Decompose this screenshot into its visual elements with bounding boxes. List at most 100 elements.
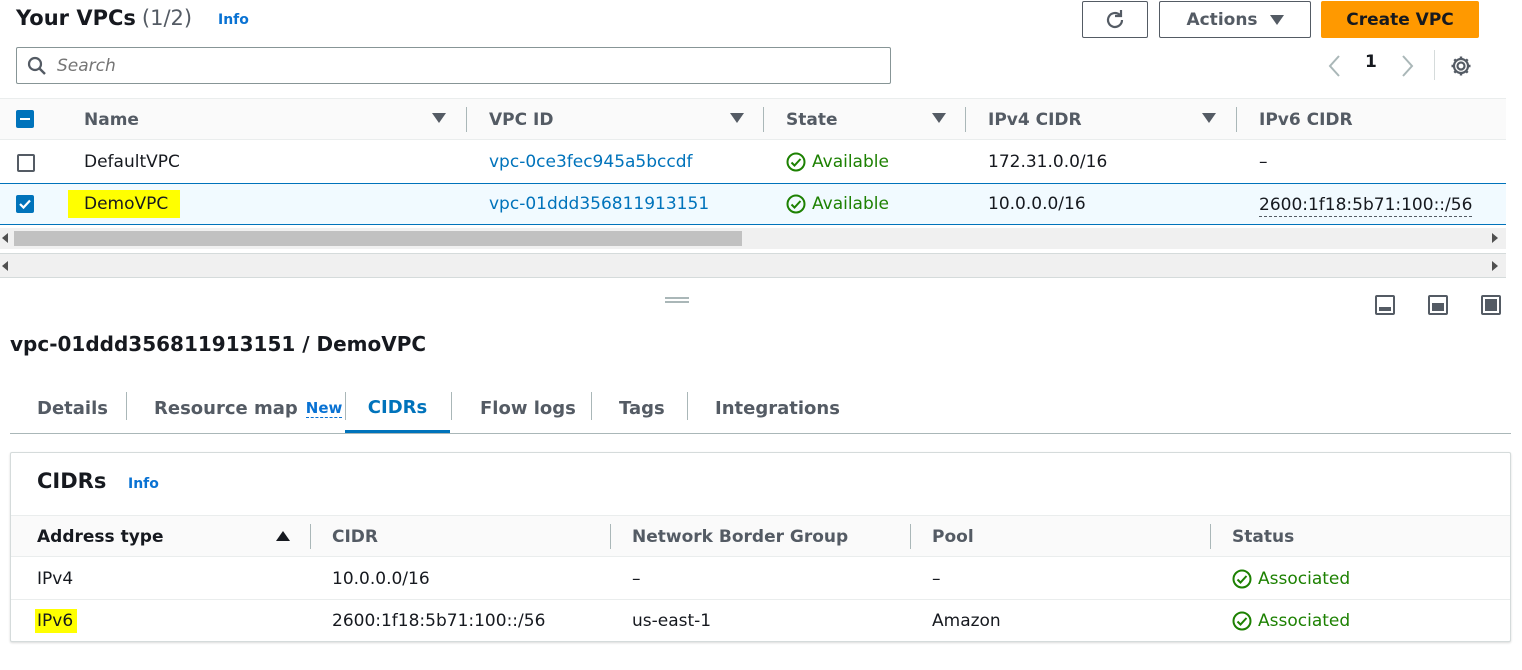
split-panel-drag-handle[interactable] (665, 297, 689, 303)
cidr-status-text: Associated (1258, 568, 1351, 589)
search-icon (27, 56, 46, 75)
column-divider (466, 107, 467, 132)
vpc-name: DefaultVPC (84, 152, 180, 172)
vpc-state-text: Available (812, 152, 889, 172)
refresh-button[interactable] (1082, 1, 1148, 38)
vpc-table-header: Name VPC ID State IPv4 CIDR IPv6 CIDR (0, 99, 1506, 140)
row-checkbox[interactable] (16, 195, 34, 213)
cidr-status: Associated (1232, 558, 1350, 599)
chevron-right-icon (1402, 55, 1414, 77)
cidrs-card: CIDRs Info Address type CIDR Network Bor… (10, 452, 1511, 642)
column-header-state[interactable]: State (786, 99, 838, 140)
search-input[interactable] (57, 55, 857, 76)
address-type-highlighted: IPv6 (35, 609, 78, 633)
caret-down-icon (1269, 14, 1284, 25)
column-header-pool[interactable]: Pool (932, 516, 974, 557)
check-circle-icon (1232, 611, 1252, 631)
panel-bottom-medium-icon[interactable] (1428, 295, 1448, 315)
vpc-name-highlighted: DemoVPC (68, 190, 181, 218)
column-divider (763, 107, 764, 132)
refresh-icon (1106, 9, 1124, 28)
sort-caret-icon[interactable] (432, 113, 446, 123)
column-header-address-type[interactable]: Address type (37, 516, 163, 557)
tab-flow-logs[interactable]: Flow logs (480, 384, 576, 433)
page-title: Your VPCs (1/2) (16, 6, 192, 30)
pager-divider (1434, 50, 1435, 80)
table-row-selected[interactable]: DemoVPC vpc-01ddd356811913151 Available … (0, 183, 1506, 225)
scroll-left-icon[interactable] (2, 233, 8, 243)
column-divider (610, 524, 611, 549)
tab-resource-map[interactable]: Resource map New (154, 384, 343, 433)
vpc-ipv4-cidr: 10.0.0.0/16 (988, 194, 1086, 214)
vpc-state-text: Available (812, 194, 889, 214)
cidrs-info-link[interactable]: Info (128, 476, 159, 492)
network-border-group: – (632, 568, 641, 589)
column-header-network-border-group[interactable]: Network Border Group (632, 516, 848, 557)
tab-divider (451, 392, 452, 420)
sort-caret-icon[interactable] (932, 113, 946, 123)
previous-page-button[interactable] (1324, 54, 1344, 78)
page-horizontal-scrollbar[interactable] (0, 253, 1506, 278)
row-checkbox[interactable] (17, 154, 35, 172)
selection-count: (1/2) (141, 6, 193, 30)
panel-full-icon[interactable] (1481, 295, 1501, 315)
table-row: IPv6 2600:1f18:5b71:100::/56 us-east-1 A… (11, 600, 1510, 642)
select-all-checkbox[interactable] (16, 110, 34, 128)
network-border-group: us-east-1 (632, 611, 712, 631)
column-header-name[interactable]: Name (84, 99, 139, 140)
check-circle-icon (1232, 569, 1252, 588)
cidr-status: Associated (1232, 600, 1350, 642)
column-header-ipv4-cidr[interactable]: IPv4 CIDR (988, 99, 1082, 140)
check-circle-icon (786, 152, 806, 172)
column-divider (1236, 107, 1237, 132)
sort-ascending-icon[interactable] (276, 531, 290, 541)
cidrs-table-header: Address type CIDR Network Border Group P… (11, 515, 1510, 557)
address-type: IPv4 (37, 568, 74, 589)
check-icon (19, 199, 31, 210)
pool: – (932, 568, 941, 589)
pool: Amazon (932, 611, 1001, 631)
column-header-status[interactable]: Status (1232, 516, 1294, 557)
page-title-text: Your VPCs (16, 6, 136, 30)
scroll-right-icon[interactable] (1492, 233, 1498, 243)
tab-divider (126, 392, 127, 420)
table-row[interactable]: DefaultVPC vpc-0ce3fec945a5bccdf Availab… (0, 141, 1506, 183)
cidr-status-text: Associated (1258, 611, 1351, 631)
scroll-left-icon[interactable] (2, 261, 8, 271)
scrollbar-thumb[interactable] (14, 231, 742, 246)
sort-caret-icon[interactable] (730, 113, 744, 123)
check-circle-icon (786, 194, 806, 214)
tab-integrations[interactable]: Integrations (715, 384, 840, 433)
gear-icon (1451, 56, 1471, 76)
info-link[interactable]: Info (218, 12, 249, 28)
new-badge: New (305, 399, 343, 418)
preferences-button[interactable] (1449, 54, 1473, 78)
search-box[interactable] (16, 47, 891, 84)
column-divider (910, 524, 911, 549)
column-header-ipv6-cidr[interactable]: IPv6 CIDR (1259, 99, 1353, 140)
tab-details[interactable]: Details (37, 384, 108, 433)
tab-cidrs[interactable]: CIDRs (345, 384, 450, 433)
next-page-button[interactable] (1398, 54, 1418, 78)
actions-button[interactable]: Actions (1159, 1, 1311, 38)
create-vpc-label: Create VPC (1346, 9, 1454, 30)
page-number[interactable]: 1 (1365, 52, 1377, 72)
sort-caret-icon[interactable] (1202, 113, 1216, 123)
panel-bottom-small-icon[interactable] (1375, 295, 1395, 315)
tab-resource-map-label: Resource map (154, 398, 298, 419)
vpc-id-link[interactable]: vpc-01ddd356811913151 (489, 184, 709, 224)
create-vpc-button[interactable]: Create VPC (1321, 1, 1479, 38)
tab-tags[interactable]: Tags (619, 384, 665, 433)
vpc-ipv6-cidr[interactable]: 2600:1f18:5b71:100::/56 (1259, 193, 1473, 217)
actions-label: Actions (1186, 9, 1258, 30)
cidr-value: 10.0.0.0/16 (332, 568, 430, 589)
column-header-cidr[interactable]: CIDR (332, 516, 378, 557)
vpc-state: Available (786, 141, 889, 183)
scroll-right-icon[interactable] (1492, 261, 1498, 271)
vpc-state: Available (786, 184, 889, 224)
vpc-ipv6-cidr: – (1259, 152, 1268, 172)
table-horizontal-scrollbar[interactable] (0, 228, 1506, 249)
column-header-vpc-id[interactable]: VPC ID (489, 99, 553, 140)
vpc-name: DemoVPC (68, 184, 181, 224)
vpc-id-link[interactable]: vpc-0ce3fec945a5bccdf (489, 141, 693, 183)
